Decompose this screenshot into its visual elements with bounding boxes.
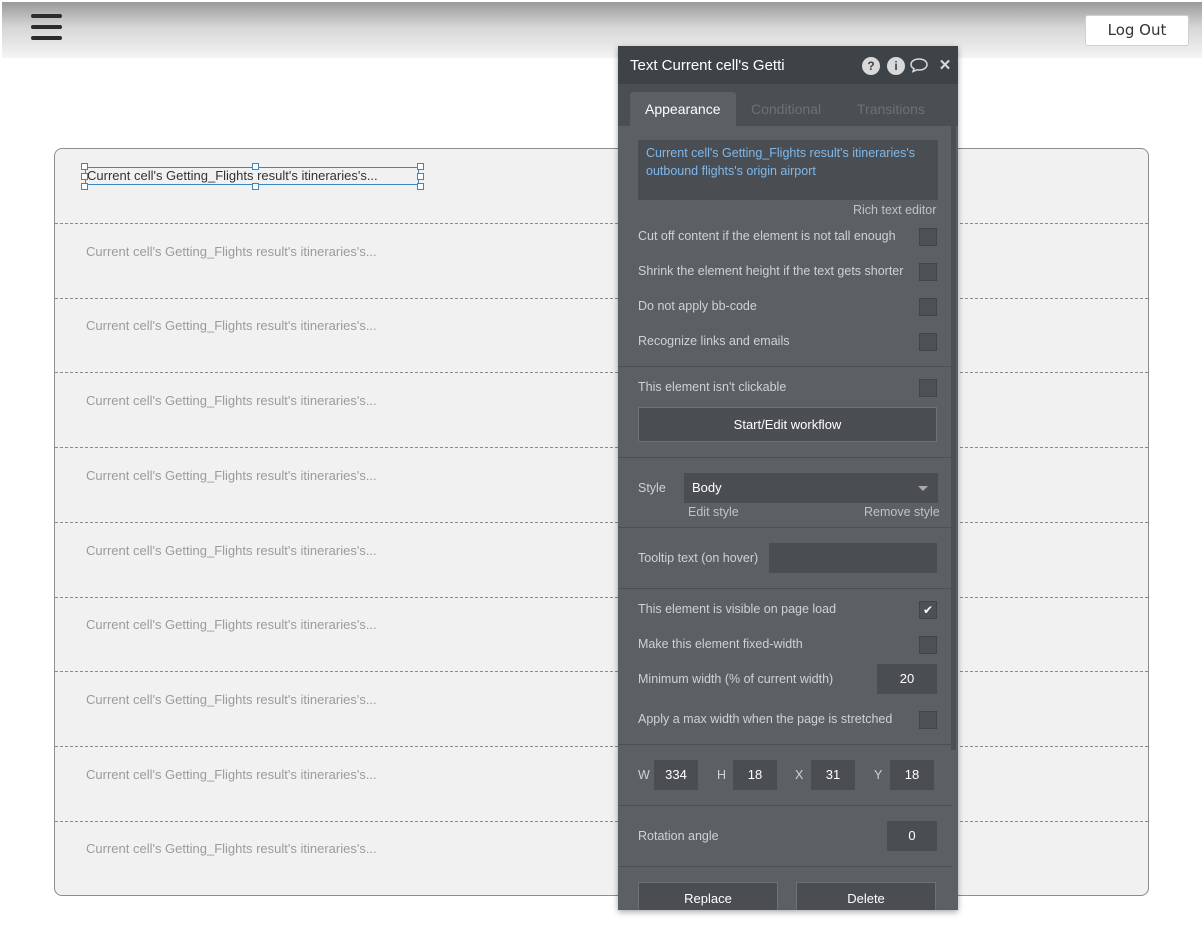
panel-tabs: Appearance Conditional Transitions <box>618 84 958 126</box>
y-label: Y <box>874 768 883 782</box>
resize-handle[interactable] <box>252 183 259 190</box>
cut-off-label: Cut off content if the element is not ta… <box>638 229 896 243</box>
links-checkbox[interactable] <box>919 333 937 351</box>
divider <box>618 366 952 367</box>
divider <box>618 805 952 806</box>
panel-title-bar[interactable]: Text Current cell's Getti ? i ✕ <box>618 46 958 84</box>
resize-handle[interactable] <box>81 183 88 190</box>
tooltip-label: Tooltip text (on hover) <box>638 551 759 565</box>
list-item[interactable]: Current cell's Getting_Flights result's … <box>55 523 1148 598</box>
height-input[interactable]: 18 <box>733 760 777 790</box>
min-width-label: Minimum width (% of current width) <box>638 672 834 686</box>
y-input[interactable]: 18 <box>890 760 934 790</box>
no-bbcode-label: Do not apply bb-code <box>638 299 757 313</box>
list-item[interactable]: Current cell's Getting_Flights result's … <box>55 672 1148 747</box>
list-item[interactable]: Current cell's Getting_Flights result's … <box>55 224 1148 299</box>
cut-off-checkbox[interactable] <box>919 228 937 246</box>
list-item[interactable]: Current cell's Getting_Flights result's … <box>55 149 1148 224</box>
rich-text-editor-link[interactable]: Rich text editor <box>853 203 936 217</box>
max-width-checkbox[interactable] <box>919 711 937 729</box>
list-item[interactable]: Current cell's Getting_Flights result's … <box>55 821 1148 895</box>
cell-text[interactable]: Current cell's Getting_Flights result's … <box>86 393 420 411</box>
min-width-input[interactable]: 20 <box>877 664 937 694</box>
tab-transitions[interactable]: Transitions <box>842 92 940 126</box>
cell-text[interactable]: Current cell's Getting_Flights result's … <box>86 767 420 785</box>
cell-text[interactable]: Current cell's Getting_Flights result's … <box>86 543 420 561</box>
tooltip-input[interactable] <box>769 543 937 573</box>
divider <box>618 527 952 528</box>
list-item[interactable]: Current cell's Getting_Flights result's … <box>55 448 1148 523</box>
divider <box>618 588 952 589</box>
style-value: Body <box>692 480 722 495</box>
visible-on-load-label: This element is visible on page load <box>638 602 837 616</box>
logout-button[interactable]: Log Out <box>1085 15 1189 46</box>
help-icon[interactable]: ? <box>862 57 880 75</box>
x-label: X <box>795 768 804 782</box>
style-dropdown[interactable]: Body <box>684 473 938 503</box>
comment-icon[interactable] <box>910 57 928 75</box>
cell-text[interactable]: Current cell's Getting_Flights result's … <box>86 468 420 486</box>
resize-handle[interactable] <box>417 173 424 180</box>
list-item[interactable]: Current cell's Getting_Flights result's … <box>55 298 1148 374</box>
width-label: W <box>638 768 650 782</box>
rotation-input[interactable]: 0 <box>887 821 937 851</box>
list-item[interactable]: Current cell's Getting_Flights result's … <box>55 597 1148 673</box>
height-label: H <box>717 768 727 782</box>
panel-scrollbar[interactable] <box>951 126 956 750</box>
cell-text[interactable]: Current cell's Getting_Flights result's … <box>86 318 420 336</box>
visible-on-load-checkbox[interactable] <box>919 601 937 619</box>
max-width-label: Apply a max width when the page is stret… <box>638 712 893 726</box>
links-label: Recognize links and emails <box>638 334 790 348</box>
remove-style-link[interactable]: Remove style <box>864 505 940 519</box>
resize-handle[interactable] <box>81 163 88 170</box>
repeating-group: Current cell's Getting_Flights result's … <box>54 148 1149 896</box>
start-edit-workflow-button[interactable]: Start/Edit workflow <box>638 407 937 442</box>
list-item[interactable]: Current cell's Getting_Flights result's … <box>55 373 1148 449</box>
resize-handle[interactable] <box>81 173 88 180</box>
x-input[interactable]: 31 <box>811 760 855 790</box>
resize-handle[interactable] <box>252 163 259 170</box>
cell-text[interactable]: Current cell's Getting_Flights result's … <box>86 244 420 262</box>
list-item[interactable]: Current cell's Getting_Flights result's … <box>55 747 1148 822</box>
divider <box>618 457 952 458</box>
close-icon[interactable]: ✕ <box>936 57 954 75</box>
cell-text[interactable]: Current cell's Getting_Flights result's … <box>86 841 420 859</box>
tab-conditional[interactable]: Conditional <box>736 92 836 126</box>
divider <box>618 866 952 867</box>
fixed-width-label: Make this element fixed-width <box>638 637 803 651</box>
tab-appearance[interactable]: Appearance <box>630 92 736 126</box>
panel-title: Text Current cell's Getti <box>630 57 785 74</box>
resize-handle[interactable] <box>417 183 424 190</box>
not-clickable-label: This element isn't clickable <box>638 380 787 394</box>
edit-style-link[interactable]: Edit style <box>688 505 739 519</box>
delete-button[interactable]: Delete <box>796 882 936 910</box>
shrink-checkbox[interactable] <box>919 263 937 281</box>
resize-handle[interactable] <box>417 163 424 170</box>
cell-text[interactable]: Current cell's Getting_Flights result's … <box>86 617 420 635</box>
chevron-down-icon <box>918 486 928 491</box>
rotation-label: Rotation angle <box>638 829 719 843</box>
shrink-label: Shrink the element height if the text ge… <box>638 264 904 278</box>
divider <box>618 744 952 745</box>
content-text-field[interactable]: Current cell's Getting_Flights result's … <box>638 140 938 200</box>
page-header: Log Out <box>2 2 1202 58</box>
replace-button[interactable]: Replace <box>638 882 778 910</box>
fixed-width-checkbox[interactable] <box>919 636 937 654</box>
no-bbcode-checkbox[interactable] <box>919 298 937 316</box>
width-input[interactable]: 334 <box>654 760 698 790</box>
not-clickable-checkbox[interactable] <box>919 379 937 397</box>
style-label: Style <box>638 481 666 495</box>
hamburger-menu-icon[interactable] <box>31 14 62 42</box>
property-editor-panel: Text Current cell's Getti ? i ✕ Appearan… <box>618 46 958 910</box>
info-icon[interactable]: i <box>887 57 905 75</box>
cell-text[interactable]: Current cell's Getting_Flights result's … <box>86 692 420 710</box>
